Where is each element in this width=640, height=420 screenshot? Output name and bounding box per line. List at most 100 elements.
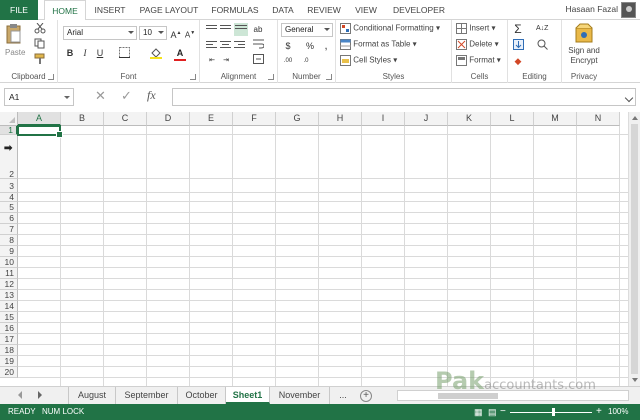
currency-icon[interactable]: $ [282,40,294,52]
sheet-tab-september[interactable]: September [116,387,178,404]
page-layout-view-icon[interactable]: ▤ [488,404,497,420]
fill-icon[interactable] [512,39,524,51]
tab-view[interactable]: VIEW [350,0,382,20]
vertical-scrollbar[interactable] [628,112,640,386]
row-header-10[interactable]: 10 [0,257,18,268]
tab-data[interactable]: DATA [268,0,298,20]
tab-formulas[interactable]: FORMULAS [208,0,262,20]
format-painter-icon[interactable] [34,53,46,66]
zoom-slider[interactable] [510,412,592,413]
tab-review[interactable]: REVIEW [304,0,344,20]
tab-file[interactable]: FILE [0,0,38,20]
conditional-formatting-button[interactable]: Conditional Formatting ▾ [340,23,440,34]
column-header-h[interactable]: H [319,112,362,126]
row-header-6[interactable]: 6 [0,213,18,224]
column-header-d[interactable]: D [147,112,190,126]
row-header-13[interactable]: 13 [0,290,18,301]
cancel-icon[interactable]: ✕ [95,88,106,104]
column-header-f[interactable]: F [233,112,276,126]
row-header-1[interactable]: 1 [0,126,18,135]
tab-developer[interactable]: DEVELOPER [388,0,450,20]
increase-decimal-icon[interactable]: .00 [282,55,294,67]
clear-icon[interactable]: ◆ [512,55,524,67]
row-header-11[interactable]: 11 [0,268,18,279]
enter-icon[interactable]: ✓ [121,88,132,104]
row-header-18[interactable]: 18 [0,345,18,356]
row-header-20[interactable]: 20 [0,367,18,378]
row-header-17[interactable]: 17 [0,334,18,345]
font-family-select[interactable]: Arial [63,26,137,40]
column-header-l[interactable]: L [491,112,534,126]
autosum-icon[interactable]: Σ [512,23,524,35]
grow-font-icon[interactable]: A▲ [170,27,182,40]
italic-button[interactable]: I [79,47,91,59]
row-header-19[interactable]: 19 [0,356,18,367]
find-select-icon[interactable] [536,39,548,51]
user-name[interactable]: Hasaan Fazal [566,4,618,14]
shrink-font-icon[interactable]: A▼ [184,27,196,40]
row-header-3[interactable]: 3 [0,179,18,193]
align-right-icon[interactable] [234,41,245,50]
sign-encrypt-button[interactable]: Sign and Encrypt [562,22,606,66]
alignment-launcher-icon[interactable] [268,74,274,80]
column-header-j[interactable]: J [405,112,448,126]
cell-styles-button[interactable]: Cell Styles ▾ [340,55,397,66]
prev-sheet-icon[interactable] [18,391,22,399]
decrease-decimal-icon[interactable]: .0 [300,55,312,67]
format-as-table-button[interactable]: Format as Table ▾ [340,39,417,50]
column-header-a[interactable]: A [18,112,61,126]
sheet-tab-sheet1[interactable]: Sheet1 [226,387,270,404]
column-header-e[interactable]: E [190,112,233,126]
column-header-n[interactable]: N [577,112,620,126]
format-cells-button[interactable]: Format ▾ [456,55,501,66]
zoom-in-icon[interactable]: + [596,404,602,420]
merge-center-icon[interactable] [252,54,264,66]
column-header-c[interactable]: C [104,112,147,126]
align-center-icon[interactable] [220,41,231,50]
delete-cells-button[interactable]: Delete ▾ [456,39,499,50]
row-header-7[interactable]: 7 [0,224,18,235]
next-sheet-icon[interactable] [38,391,42,399]
row-header-14[interactable]: 14 [0,301,18,312]
scroll-down-icon[interactable] [632,378,638,382]
paste-button[interactable]: Paste [5,23,25,61]
row-header-15[interactable]: 15 [0,312,18,323]
select-all-button[interactable] [0,112,18,126]
row-header-2[interactable]: 2 [0,135,18,179]
number-format-select[interactable]: General [281,23,333,37]
row-header-4[interactable]: 4 [0,193,18,202]
column-header-k[interactable]: K [448,112,491,126]
avatar[interactable] [621,2,636,18]
column-header-g[interactable]: G [276,112,319,126]
row-header-9[interactable]: 9 [0,246,18,257]
more-sheets-button[interactable]: ... [332,387,354,404]
add-sheet-button[interactable]: + [360,390,372,402]
font-launcher-icon[interactable] [190,74,196,80]
borders-icon[interactable] [118,47,130,59]
insert-function-icon[interactable]: fx [147,88,156,103]
orientation-icon[interactable]: ab [252,24,264,36]
tab-home[interactable]: HOME [44,0,86,21]
column-header-m[interactable]: M [534,112,577,126]
tab-insert[interactable]: INSERT [90,0,130,20]
clipboard-launcher-icon[interactable] [48,74,54,80]
bold-button[interactable]: B [64,47,76,59]
name-box[interactable]: A1 [4,88,74,106]
percent-icon[interactable]: % [304,40,316,52]
tab-page-layout[interactable]: PAGE LAYOUT [136,0,202,20]
zoom-slider-thumb[interactable] [552,408,555,416]
row-header-16[interactable]: 16 [0,323,18,334]
insert-cells-button[interactable]: Insert ▾ [456,23,496,34]
normal-view-icon[interactable]: ▦ [474,404,483,420]
align-top-icon[interactable] [206,25,217,34]
sheet-tab-november[interactable]: November [270,387,330,404]
increase-indent-icon[interactable]: ⇥ [220,55,232,67]
align-bottom-icon[interactable] [234,23,248,36]
row-header-12[interactable]: 12 [0,279,18,290]
font-color-icon[interactable]: A [174,47,186,61]
active-cell-a1[interactable] [17,125,63,138]
row-header-5[interactable]: 5 [0,202,18,213]
column-header-b[interactable]: B [61,112,104,126]
underline-button[interactable]: U [94,47,106,59]
expand-formula-icon[interactable] [624,93,634,103]
